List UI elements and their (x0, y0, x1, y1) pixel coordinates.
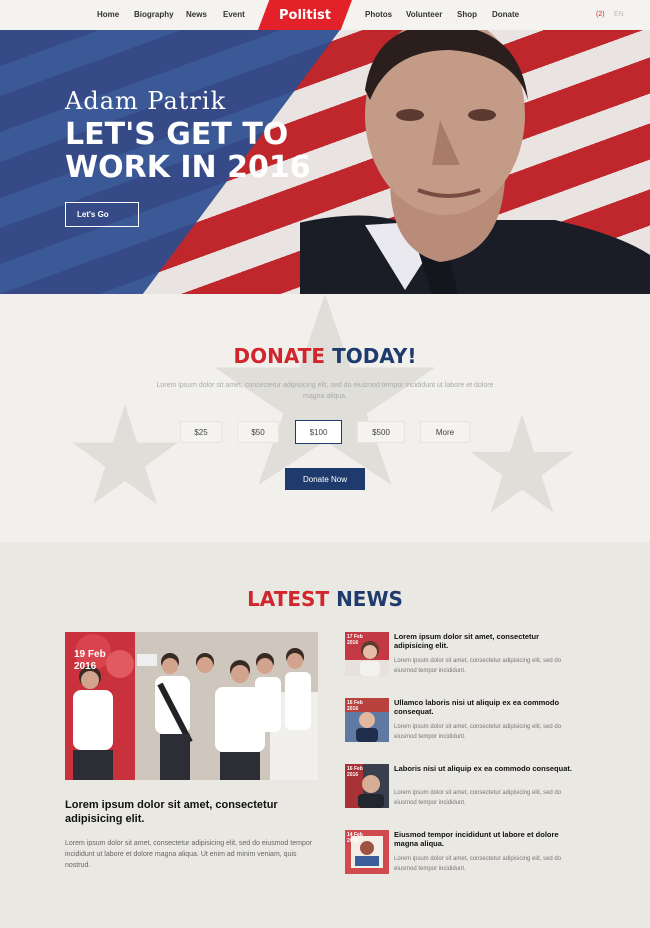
news-excerpt: Lorem ipsum dolor sit amet, consectetur … (394, 790, 562, 806)
star-decoration (470, 414, 574, 513)
hero-banner: Adam Patrik LET'S GET TO WORK IN 2016 Le… (0, 30, 650, 294)
news-item[interactable]: 16 Feb 2016 Ullamco laboris nisi ut aliqu… (345, 698, 580, 748)
news-title[interactable]: Laboris nisi ut aliquip ex ea commodo co… (394, 764, 579, 773)
news-section: LATEST NEWS 19 Feb 2016 Lorem ipsum dolo… (0, 542, 650, 928)
amount-50[interactable]: $50 (237, 421, 279, 443)
amount-500[interactable]: $500 (357, 421, 405, 443)
featured-news-title[interactable]: Lorem ipsum dolor sit amet, consectetur … (65, 798, 315, 826)
nav-home[interactable]: Home (97, 10, 119, 19)
lets-go-button[interactable]: Let's Go (65, 202, 139, 227)
news-thumbnail[interactable]: 16 Feb 2016 (345, 698, 389, 742)
news-title[interactable]: Ullamco laboris nisi ut aliquip ex ea co… (394, 698, 579, 716)
news-thumbnail[interactable]: 14 Feb 2016 (345, 830, 389, 874)
news-date-year: 2016 (347, 706, 359, 712)
news-title[interactable]: Lorem ipsum dolor sit amet, consectetur … (394, 632, 579, 650)
nav-news[interactable]: News (186, 10, 207, 19)
featured-news-text: Lorem ipsum dolor sit amet, consectetur … (65, 840, 313, 869)
nav-donate[interactable]: Donate (492, 10, 519, 19)
news-date-year: 2016 (347, 640, 359, 646)
language-selector[interactable]: EN (614, 11, 624, 18)
donate-section: DONATE TODAY! Lorem ipsum dolor sit amet… (0, 294, 650, 542)
news-date: 16 Feb 2016 (347, 766, 363, 778)
news-item[interactable]: 14 Feb 2016 Eiusmod tempor incididunt ut … (345, 830, 580, 880)
news-title-navy: NEWS (336, 587, 403, 611)
logo-text: Politist (279, 7, 331, 23)
cart-count[interactable]: (2) (596, 11, 605, 18)
amount-more[interactable]: More (420, 421, 470, 443)
news-item[interactable]: 17 Feb 2016 Lorem ipsum dolor sit amet, c… (345, 632, 580, 682)
donate-title: DONATE TODAY! (0, 344, 650, 368)
news-thumbnail[interactable]: 17 Feb 2016 (345, 632, 389, 676)
news-thumbnail[interactable]: 16 Feb 2016 (345, 764, 389, 808)
logo[interactable]: Politist (258, 0, 352, 30)
featured-date-year: 2016 (74, 661, 97, 672)
news-excerpt: Lorem ipsum dolor sit amet, consectetur … (394, 724, 562, 740)
star-decoration (72, 404, 178, 505)
nav-photos[interactable]: Photos (365, 10, 392, 19)
donate-title-red: DONATE (233, 344, 326, 368)
news-date: 16 Feb 2016 (347, 700, 363, 712)
amount-100[interactable]: $100 (295, 420, 342, 444)
nav-volunteer[interactable]: Volunteer (406, 10, 442, 19)
top-nav: Home Biography News Event Politist Photo… (0, 0, 650, 30)
news-date-year: 2016 (347, 772, 359, 778)
hero-name: Adam Patrik (65, 87, 227, 115)
news-item[interactable]: 16 Feb 2016 Laboris nisi ut aliquip ex ea… (345, 764, 580, 814)
news-date: 17 Feb 2016 (347, 634, 363, 646)
news-excerpt: Lorem ipsum dolor sit amet, consectetur … (394, 856, 562, 872)
news-title-red: LATEST (247, 587, 330, 611)
donate-now-button[interactable]: Donate Now (285, 468, 365, 490)
news-date-year: 2016 (347, 838, 359, 844)
news-excerpt: Lorem ipsum dolor sit amet, consectetur … (394, 658, 562, 674)
amount-25[interactable]: $25 (180, 421, 222, 443)
news-date: 14 Feb 2016 (347, 832, 363, 844)
donate-title-navy: TODAY! (332, 344, 417, 368)
featured-date: 19 Feb 2016 (74, 649, 106, 673)
featured-news-image[interactable]: 19 Feb 2016 (65, 632, 318, 780)
donate-description: Lorem ipsum dolor sit amet, consectetur … (156, 382, 494, 400)
nav-biography[interactable]: Biography (134, 10, 174, 19)
news-title[interactable]: Eiusmod tempor incididunt ut labore et d… (394, 830, 579, 848)
news-title: LATEST NEWS (0, 587, 650, 611)
hero-headline: LET'S GET TO WORK IN 2016 (65, 117, 311, 185)
featured-date-day: 19 Feb (74, 649, 106, 660)
nav-shop[interactable]: Shop (457, 10, 477, 19)
nav-event[interactable]: Event (223, 10, 245, 19)
